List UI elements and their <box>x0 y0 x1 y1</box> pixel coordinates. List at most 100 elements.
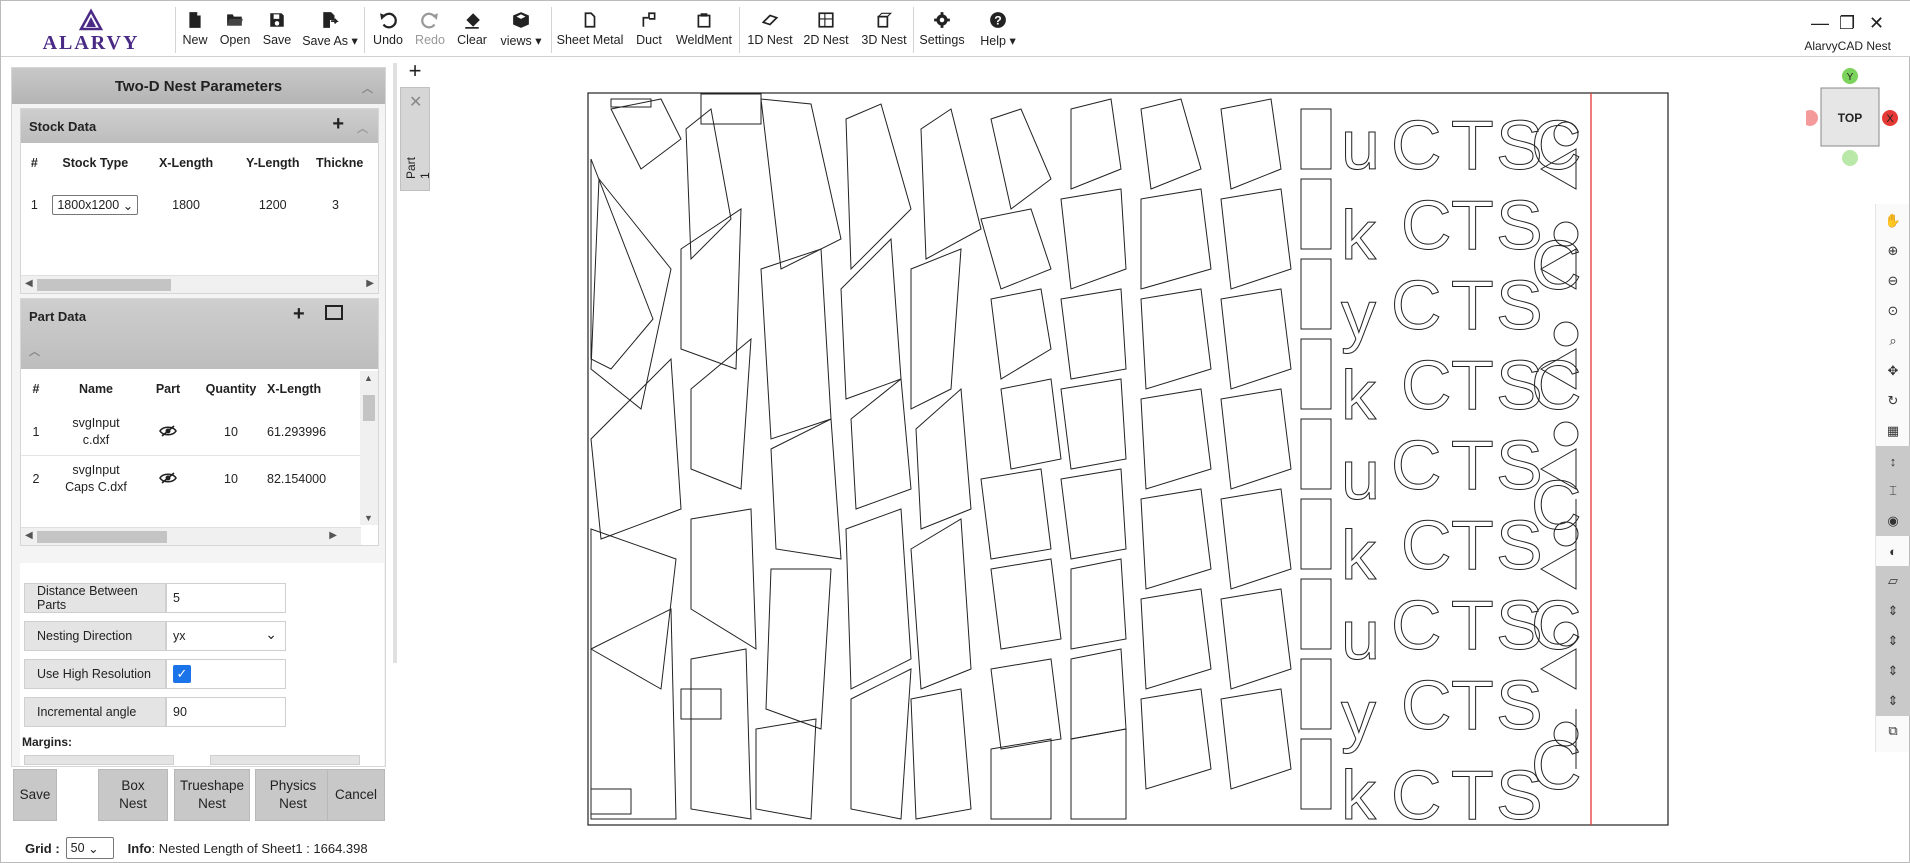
nest-2d-button[interactable]: 2D Nest <box>803 9 849 53</box>
svg-text:C: C <box>1391 756 1442 827</box>
scroll-right-icon[interactable]: ▶ <box>329 530 337 541</box>
new-button[interactable]: New <box>179 9 211 53</box>
box-nest-button[interactable]: Box Nest <box>98 769 168 821</box>
close-tab-icon[interactable]: ✕ <box>409 92 422 112</box>
views-label: views ▾ <box>500 34 542 48</box>
expand-vertical-icon[interactable]: ⇕ <box>1876 596 1910 626</box>
scroll-down-icon[interactable]: ▼ <box>364 513 373 523</box>
trueshape-nest-button[interactable]: Trueshape Nest <box>174 769 250 821</box>
stock-data-section: Stock Data + ︿ # Stock Type X-Length Y-L… <box>20 108 379 294</box>
zoom-in-icon[interactable]: ⊕ <box>1876 236 1910 266</box>
part-data-title: Part Data <box>29 309 87 324</box>
open-label: Open <box>219 33 251 47</box>
add-stock-icon[interactable]: + <box>332 113 344 136</box>
eye-slash-icon[interactable] <box>141 409 195 456</box>
layers-icon[interactable]: ⧉ <box>1876 716 1910 746</box>
scroll-up-icon[interactable]: ▲ <box>364 373 373 383</box>
high-resolution-checkbox[interactable]: ✓ <box>173 665 191 683</box>
scroll-right-icon[interactable]: ▶ <box>366 278 374 289</box>
nested-parts: u k y k u k u y k C C C C C C C C C T T … <box>590 93 1582 835</box>
clear-button[interactable]: Clear <box>455 9 489 53</box>
chevron-down-icon: ⌄ <box>88 841 99 856</box>
grid-icon[interactable]: ▦ <box>1876 416 1910 446</box>
expand-vertical-icon[interactable]: ⇕ <box>1876 656 1910 686</box>
part-horizontal-scrollbar[interactable]: ◀ ▶ <box>21 527 361 545</box>
distance-icon[interactable]: ⌶ <box>1876 476 1910 506</box>
table-row[interactable]: 2 svgInput Caps C.dxf 10 82.154000 <box>21 456 361 503</box>
nest-3d-label: 3D Nest <box>861 33 907 47</box>
scroll-left-icon[interactable]: ◀ <box>25 278 33 289</box>
add-tab-icon[interactable]: + <box>400 59 430 85</box>
stock-horizontal-scrollbar[interactable]: ◀ ▶ <box>21 275 378 293</box>
close-icon[interactable]: ✕ <box>1869 13 1884 34</box>
rotate-icon[interactable]: ↻ <box>1876 386 1910 416</box>
settings-button[interactable]: Settings <box>919 9 965 53</box>
rectangle-icon[interactable] <box>325 305 343 320</box>
margin-field[interactable] <box>24 755 174 765</box>
svg-text:X: X <box>1886 113 1894 125</box>
margin-field[interactable] <box>210 755 360 765</box>
part-vertical-scrollbar[interactable]: ▲ ▼ <box>360 371 378 525</box>
zoom-fit-icon[interactable]: ⊙ <box>1876 296 1910 326</box>
floppy-disk-icon <box>266 9 288 31</box>
nest-3d-button[interactable]: 3D Nest <box>861 9 907 53</box>
panel-scrollbar[interactable] <box>393 63 397 663</box>
view-cube[interactable]: TOP Y X <box>1802 66 1906 171</box>
svg-text:ALARVY: ALARVY <box>43 32 140 53</box>
distance-input[interactable]: 5 <box>166 583 286 613</box>
scrollbar-thumb[interactable] <box>37 279 171 291</box>
svg-text:T: T <box>1451 506 1494 584</box>
expand-vertical-icon[interactable]: ⇕ <box>1876 686 1910 716</box>
pan-hand-icon[interactable]: ✋ <box>1876 206 1910 236</box>
physics-nest-button[interactable]: Physics Nest <box>255 769 331 821</box>
contrast-icon[interactable]: ◐ <box>1876 536 1910 566</box>
toolbar-separator <box>175 7 176 53</box>
duct-button[interactable]: Duct <box>633 9 665 53</box>
svg-text:T: T <box>1451 426 1494 504</box>
vertical-measure-icon[interactable]: ↕ <box>1876 446 1910 476</box>
redo-label: Redo <box>415 33 445 47</box>
chevron-up-icon[interactable]: ︿ <box>357 120 368 136</box>
scrollbar-thumb[interactable] <box>37 531 167 543</box>
chevron-up-icon[interactable]: ︿ <box>362 80 373 96</box>
save-as-button[interactable]: Save As ▾ <box>301 9 359 53</box>
minimize-icon[interactable]: — <box>1811 13 1829 34</box>
svg-text:C: C <box>1391 266 1442 344</box>
cancel-button[interactable]: Cancel <box>327 769 385 821</box>
nesting-canvas[interactable]: u k y k u k u y k C C C C C C C C C T T … <box>581 89 1671 835</box>
save-button[interactable]: Save <box>261 9 293 53</box>
chevron-up-icon[interactable]: ︿ <box>29 343 40 359</box>
restore-icon[interactable]: ❐ <box>1839 13 1855 34</box>
scrollbar-thumb[interactable] <box>363 395 375 421</box>
eye-icon[interactable]: ◉ <box>1876 506 1910 536</box>
part-name-cell: svgInput c.dxf <box>72 416 120 447</box>
add-part-icon[interactable]: + <box>293 303 305 326</box>
table-row[interactable]: 1 svgInput c.dxf 10 61.293996 <box>21 409 361 456</box>
nest-1d-button[interactable]: 1D Nest <box>747 9 793 53</box>
expand-vertical-icon[interactable]: ⇕ <box>1876 626 1910 656</box>
zoom-window-icon[interactable]: ⌕ <box>1876 326 1910 356</box>
direction-select[interactable]: yx ⌄ <box>166 621 286 651</box>
svg-text:T: T <box>1451 266 1494 344</box>
eye-slash-icon[interactable] <box>141 456 195 503</box>
angle-input[interactable]: 90 <box>166 697 286 727</box>
zoom-out-icon[interactable]: ⊖ <box>1876 266 1910 296</box>
weldment-label: WeldMent <box>675 33 733 47</box>
tab-part-1[interactable]: ✕ Part 1 <box>400 87 432 191</box>
help-button[interactable]: ? Help ▾ <box>977 9 1019 53</box>
grid-select[interactable]: 50 ⌄ <box>65 837 114 859</box>
redo-button[interactable]: Redo <box>413 9 447 53</box>
info-label: Info <box>127 840 152 856</box>
document-icon[interactable]: ▱ <box>1876 566 1910 596</box>
open-button[interactable]: Open <box>217 9 253 53</box>
column-header: X-Length <box>158 156 214 170</box>
scroll-left-icon[interactable]: ◀ <box>25 530 33 541</box>
weldment-button[interactable]: WeldMent <box>675 9 733 53</box>
views-button[interactable]: views ▾ <box>497 9 545 53</box>
x-length-cell: 61.293996 <box>267 425 327 439</box>
save-params-button[interactable]: Save <box>13 769 57 821</box>
sheet-metal-button[interactable]: Sheet Metal <box>557 9 623 53</box>
move-icon[interactable]: ✥ <box>1876 356 1910 386</box>
stock-type-select[interactable]: 1800x1200 ⌄ <box>52 195 139 215</box>
undo-button[interactable]: Undo <box>371 9 405 53</box>
